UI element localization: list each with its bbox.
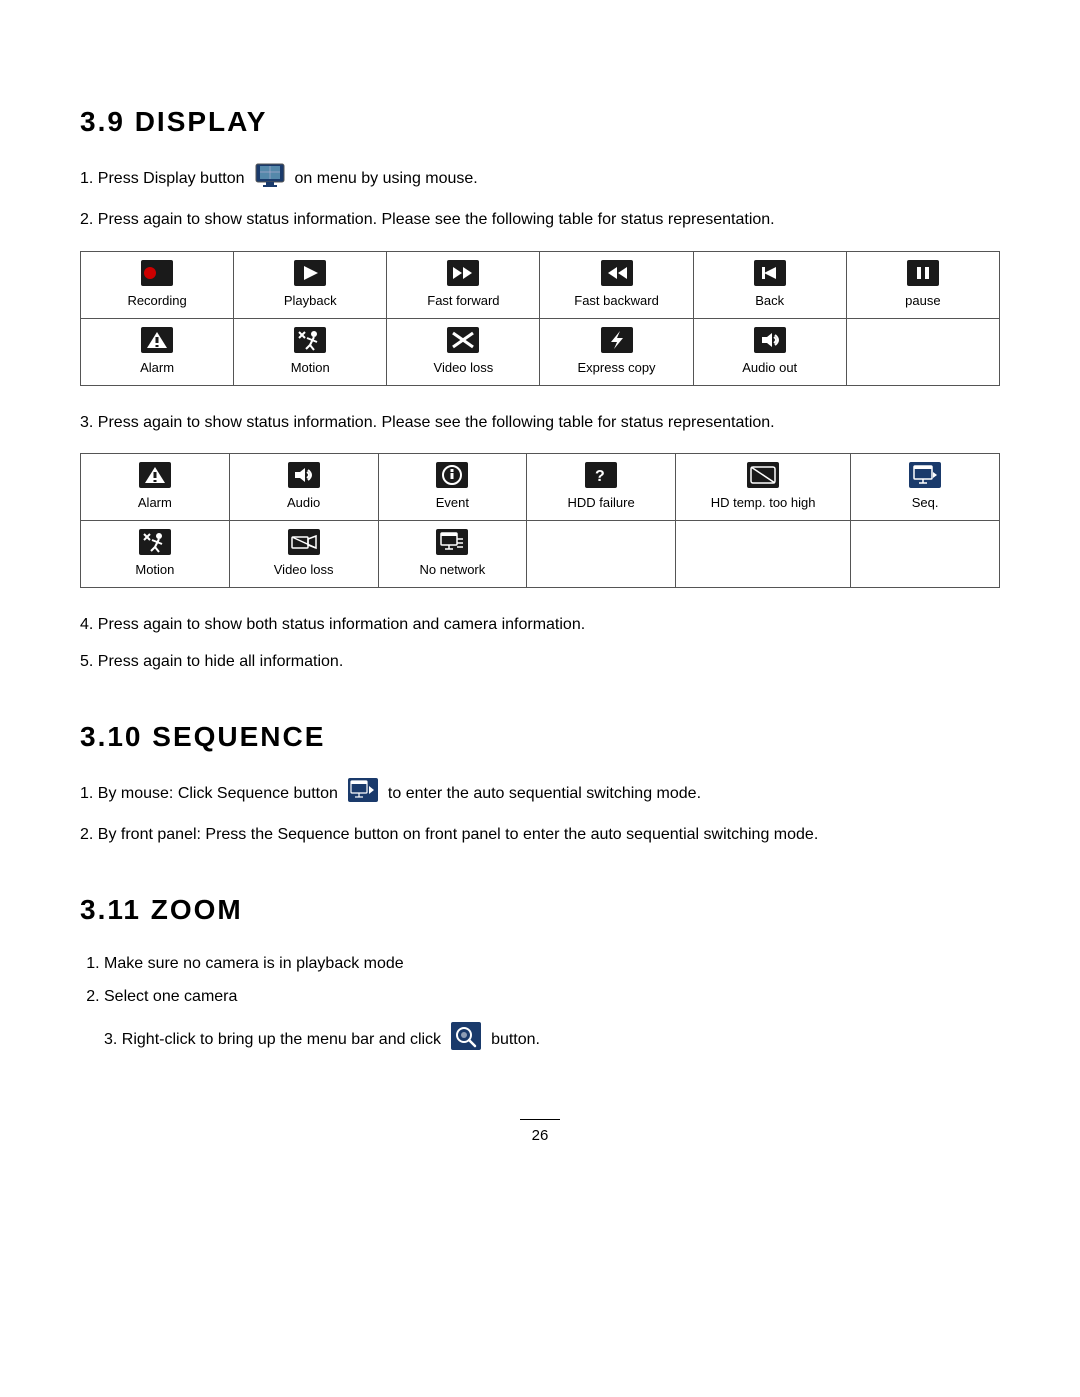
cell2-seq: Seq. bbox=[851, 454, 1000, 521]
cell-audioout: Audio out bbox=[693, 318, 846, 385]
cell2-audio: Audio bbox=[229, 454, 378, 521]
step-1: 1. Press Display button on menu by using… bbox=[80, 163, 1000, 196]
section-display: 3.9 DISPLAY 1. Press Display button on m… bbox=[80, 100, 1000, 675]
cell2-empty1 bbox=[527, 520, 676, 587]
sequence-step1: 1. By mouse: Click Sequence button to en… bbox=[80, 778, 1000, 811]
step-4: 4. Press again to show both status infor… bbox=[80, 612, 1000, 638]
zoom-step3: 3. Right-click to bring up the menu bar … bbox=[104, 1022, 1000, 1059]
svg-text:?: ? bbox=[595, 468, 605, 485]
table1-row1: Recording Playback bbox=[81, 251, 1000, 318]
cell-fastbackward: Fast backward bbox=[540, 251, 693, 318]
heading-zoom: 3.11 ZOOM bbox=[80, 888, 1000, 933]
heading-display: 3.9 DISPLAY bbox=[80, 100, 1000, 145]
cell2-empty2 bbox=[676, 520, 851, 587]
zoom-item-1: Make sure no camera is in playback mode bbox=[104, 951, 1000, 977]
status-table-1: Recording Playback bbox=[80, 251, 1000, 386]
cell2-hddfailure: ? HDD failure bbox=[527, 454, 676, 521]
section-sequence: 3.10 SEQUENCE 1. By mouse: Click Sequenc… bbox=[80, 715, 1000, 848]
step1-text-after: on menu by using mouse. bbox=[295, 166, 478, 192]
cell2-hdtemp: HD temp. too high bbox=[676, 454, 851, 521]
cell-alarm: Alarm bbox=[81, 318, 234, 385]
cell2-alarm: Alarm bbox=[81, 454, 230, 521]
step-2: 2. Press again to show status informatio… bbox=[80, 207, 1000, 233]
cell-videoloss: Video loss bbox=[387, 318, 540, 385]
zoom-list: Make sure no camera is in playback mode … bbox=[104, 951, 1000, 1010]
step1-text-before: 1. Press Display button bbox=[80, 166, 245, 192]
cell-expresscopy: Express copy bbox=[540, 318, 693, 385]
table2-row1: Alarm Audio bbox=[81, 454, 1000, 521]
cell2-empty3 bbox=[851, 520, 1000, 587]
cell-pause: pause bbox=[846, 251, 999, 318]
heading-sequence: 3.10 SEQUENCE bbox=[80, 715, 1000, 760]
display-button-icon bbox=[255, 163, 285, 196]
sequence-step2: 2. By front panel: Press the Sequence bu… bbox=[80, 822, 1000, 848]
cell-fastforward: Fast forward bbox=[387, 251, 540, 318]
cell2-motion: Motion bbox=[81, 520, 230, 587]
status-table-2: Alarm Audio bbox=[80, 453, 1000, 588]
zoom-step3-before: 3. Right-click to bring up the menu bar … bbox=[104, 1027, 441, 1053]
step-3: 3. Press again to show status informatio… bbox=[80, 410, 1000, 436]
cell2-nonetwork: No network bbox=[378, 520, 527, 587]
section-zoom: 3.11 ZOOM Make sure no camera is in play… bbox=[80, 888, 1000, 1059]
cell-recording: Recording bbox=[81, 251, 234, 318]
cell-empty1 bbox=[846, 318, 999, 385]
cell-motion: Motion bbox=[234, 318, 387, 385]
zoom-item-2: Select one camera bbox=[104, 984, 1000, 1010]
seq-step1-after: to enter the auto sequential switching m… bbox=[388, 781, 701, 807]
cell-playback: Playback bbox=[234, 251, 387, 318]
page-number-text: 26 bbox=[532, 1127, 549, 1144]
cell2-videoloss: Video loss bbox=[229, 520, 378, 587]
sequence-button-icon bbox=[348, 778, 378, 811]
zoom-step3-after: button. bbox=[491, 1027, 540, 1053]
zoom-button-icon bbox=[451, 1022, 481, 1059]
page-number: 26 bbox=[520, 1119, 560, 1148]
step-5: 5. Press again to hide all information. bbox=[80, 649, 1000, 675]
cell-back: Back bbox=[693, 251, 846, 318]
table1-row2: Alarm bbox=[81, 318, 1000, 385]
cell2-event: Event bbox=[378, 454, 527, 521]
seq-step1-before: 1. By mouse: Click Sequence button bbox=[80, 781, 338, 807]
table2-row2: Motion Video loss bbox=[81, 520, 1000, 587]
